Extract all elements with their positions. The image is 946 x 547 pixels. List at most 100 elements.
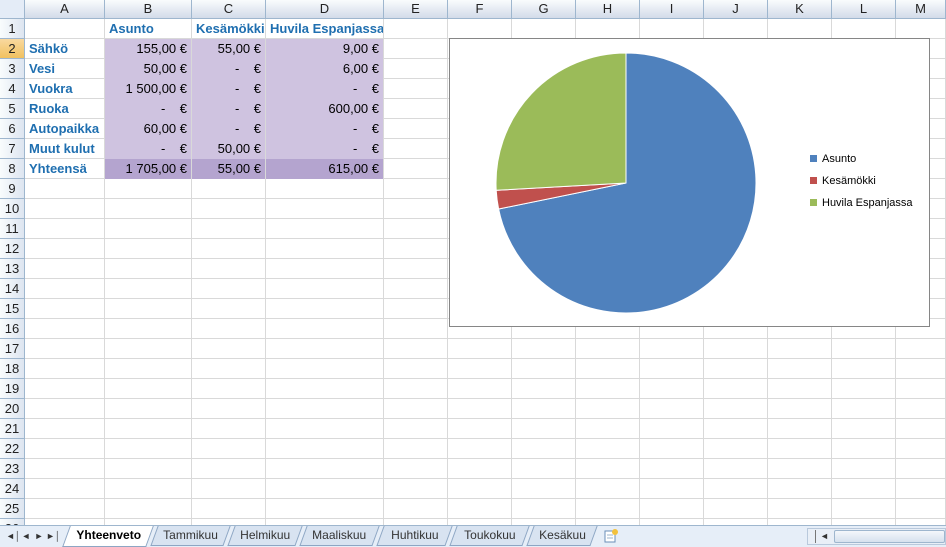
row-label-cell[interactable]: Ruoka bbox=[25, 99, 104, 119]
value-cell[interactable]: - € bbox=[266, 139, 383, 159]
row-header-1[interactable]: 1 bbox=[0, 19, 25, 39]
row-label-cell[interactable]: Vesi bbox=[25, 59, 104, 79]
chart-legend: Asunto Kesämökki Huvila Espanjassa bbox=[807, 151, 913, 217]
next-sheet-button[interactable]: ► bbox=[33, 529, 45, 543]
row-header-9[interactable]: 9 bbox=[0, 179, 25, 199]
insert-sheet-icon[interactable] bbox=[602, 528, 620, 544]
legend-item[interactable]: Huvila Espanjassa bbox=[807, 195, 913, 217]
column-header-f[interactable]: F bbox=[448, 0, 512, 19]
column-header-k[interactable]: K bbox=[768, 0, 832, 19]
value-cell[interactable]: - € bbox=[192, 99, 265, 119]
column-header-l[interactable]: L bbox=[832, 0, 896, 19]
row-header-18[interactable]: 18 bbox=[0, 359, 25, 379]
first-sheet-button[interactable]: ◄│ bbox=[6, 529, 21, 543]
tab-split-handle[interactable] bbox=[808, 530, 816, 543]
row-header-20[interactable]: 20 bbox=[0, 399, 25, 419]
legend-item[interactable]: Kesämökki bbox=[807, 173, 913, 195]
column-header-j[interactable]: J bbox=[704, 0, 768, 19]
value-cell[interactable]: 55,00 € bbox=[192, 39, 265, 59]
column-header-d[interactable]: D bbox=[266, 0, 384, 19]
row-header-13[interactable]: 13 bbox=[0, 259, 25, 279]
row-header-17[interactable]: 17 bbox=[0, 339, 25, 359]
horizontal-scrollbar[interactable]: ◄ bbox=[807, 528, 946, 545]
total-label-cell[interactable]: Yhteensä bbox=[25, 159, 104, 179]
sheet-tab[interactable]: Tammikuu bbox=[150, 526, 231, 546]
row-header-15[interactable]: 15 bbox=[0, 299, 25, 319]
row-header-6[interactable]: 6 bbox=[0, 119, 25, 139]
sheet-tab[interactable]: Yhteenveto bbox=[62, 526, 154, 547]
column-label-cell[interactable]: Asunto bbox=[105, 19, 191, 39]
value-cell[interactable]: 50,00 € bbox=[192, 139, 265, 159]
legend-swatch bbox=[810, 199, 817, 206]
value-cell[interactable]: 9,00 € bbox=[266, 39, 383, 59]
sheet-tab-label: Toukokuu bbox=[463, 528, 516, 542]
row-header-12[interactable]: 12 bbox=[0, 239, 25, 259]
column-header-m[interactable]: M bbox=[896, 0, 946, 19]
sheet-tab[interactable]: Toukokuu bbox=[449, 526, 530, 546]
legend-item[interactable]: Asunto bbox=[807, 151, 913, 173]
value-cell[interactable]: 6,00 € bbox=[266, 59, 383, 79]
sheet-tab[interactable]: Huhtikuu bbox=[376, 526, 453, 546]
total-value-cell[interactable]: 1 705,00 € bbox=[105, 159, 191, 179]
sheet-tab[interactable]: Helmikuu bbox=[227, 526, 303, 546]
scroll-left-arrow-icon[interactable]: ◄ bbox=[820, 530, 832, 543]
value-cell[interactable]: - € bbox=[266, 119, 383, 139]
row-label-cell[interactable]: Muut kulut bbox=[25, 139, 104, 159]
value-cell[interactable]: 60,00 € bbox=[105, 119, 191, 139]
column-label-cell[interactable]: Huvila Espanjassa bbox=[266, 19, 383, 39]
legend-swatch bbox=[810, 155, 817, 162]
row-label-cell[interactable]: Vuokra bbox=[25, 79, 104, 99]
pie-slice-2[interactable] bbox=[495, 52, 627, 191]
row-header-10[interactable]: 10 bbox=[0, 199, 25, 219]
row-header-2[interactable]: 2 bbox=[0, 39, 25, 59]
row-header-14[interactable]: 14 bbox=[0, 279, 25, 299]
value-cell[interactable]: - € bbox=[192, 79, 265, 99]
row-header-7[interactable]: 7 bbox=[0, 139, 25, 159]
column-header-h[interactable]: H bbox=[576, 0, 640, 19]
row-header-21[interactable]: 21 bbox=[0, 419, 25, 439]
value-cell[interactable]: - € bbox=[192, 59, 265, 79]
scrollbar-thumb[interactable] bbox=[834, 530, 945, 543]
prev-sheet-button[interactable]: ◄ bbox=[20, 529, 32, 543]
row-header-19[interactable]: 19 bbox=[0, 379, 25, 399]
column-header-a[interactable]: A bbox=[25, 0, 105, 19]
row-header-25[interactable]: 25 bbox=[0, 499, 25, 519]
legend-label: Asunto bbox=[822, 153, 857, 165]
row-label-cell[interactable]: Sähkö bbox=[25, 39, 104, 59]
row-label-cell[interactable]: Autopaikka bbox=[25, 119, 104, 139]
select-all-corner[interactable] bbox=[0, 0, 25, 19]
row-header-3[interactable]: 3 bbox=[0, 59, 25, 79]
total-value-cell[interactable]: 615,00 € bbox=[266, 159, 383, 179]
row-header-24[interactable]: 24 bbox=[0, 479, 25, 499]
value-cell[interactable]: 1 500,00 € bbox=[105, 79, 191, 99]
legend-label: Kesämökki bbox=[822, 175, 876, 187]
row-header-23[interactable]: 23 bbox=[0, 459, 25, 479]
value-cell[interactable]: - € bbox=[192, 119, 265, 139]
column-header-c[interactable]: C bbox=[192, 0, 266, 19]
sheet-tab[interactable]: Kesäkuu bbox=[526, 526, 598, 546]
sheet-tab[interactable]: Maaliskuu bbox=[299, 526, 380, 546]
column-header-g[interactable]: G bbox=[512, 0, 576, 19]
value-cell[interactable]: - € bbox=[266, 79, 383, 99]
legend-swatch bbox=[810, 177, 817, 184]
row-header-8[interactable]: 8 bbox=[0, 159, 25, 179]
value-cell[interactable]: 155,00 € bbox=[105, 39, 191, 59]
row-header-11[interactable]: 11 bbox=[0, 219, 25, 239]
sheet-tab-label: Helmikuu bbox=[240, 528, 291, 542]
column-header-b[interactable]: B bbox=[105, 0, 192, 19]
last-sheet-button[interactable]: ►│ bbox=[46, 529, 61, 543]
column-header-e[interactable]: E bbox=[384, 0, 448, 19]
value-cell[interactable]: 600,00 € bbox=[266, 99, 383, 119]
value-cell[interactable]: - € bbox=[105, 99, 191, 119]
total-value-cell[interactable]: 55,00 € bbox=[192, 159, 265, 179]
row-header-4[interactable]: 4 bbox=[0, 79, 25, 99]
pie-chart[interactable]: Asunto Kesämökki Huvila Espanjassa bbox=[449, 38, 930, 327]
spreadsheet-grid[interactable]: ABCDEFGHIJKLM 1 2 3 4 5 6 7 8 9 10 11 12 13 14 15 16 17 1… bbox=[0, 0, 946, 525]
column-label-cell[interactable]: Kesämökki bbox=[192, 19, 265, 39]
value-cell[interactable]: 50,00 € bbox=[105, 59, 191, 79]
row-header-16[interactable]: 16 bbox=[0, 319, 25, 339]
row-header-5[interactable]: 5 bbox=[0, 99, 25, 119]
column-header-i[interactable]: I bbox=[640, 0, 704, 19]
value-cell[interactable]: - € bbox=[105, 139, 191, 159]
row-header-22[interactable]: 22 bbox=[0, 439, 25, 459]
